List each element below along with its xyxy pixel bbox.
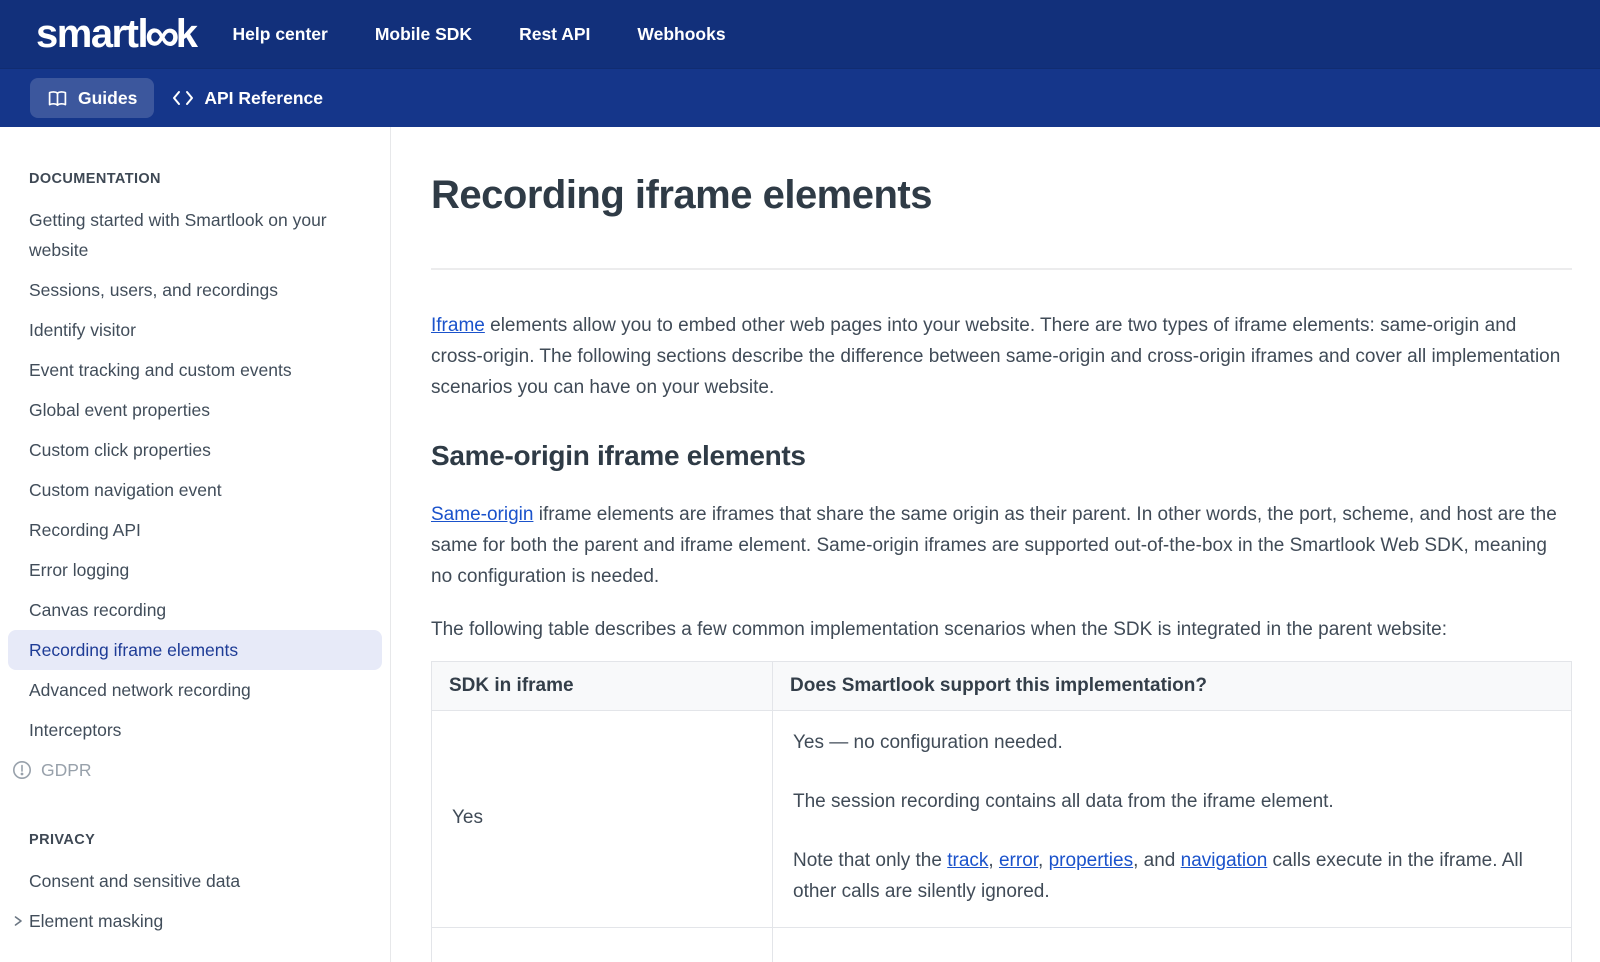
api-reference-link[interactable]: API Reference: [172, 88, 323, 109]
cell-support-details: Yes — no configuration needed. The sessi…: [773, 711, 1572, 928]
alert-circle-icon: [12, 760, 32, 780]
table-row-cutoff: [432, 928, 1572, 962]
support-line-1: Yes — no configuration needed.: [793, 727, 1551, 758]
sidebar-item-identify-visitor[interactable]: Identify visitor: [8, 310, 382, 350]
sidebar-item-custom-navigation-event[interactable]: Custom navigation event: [8, 470, 382, 510]
sidebar-item-canvas-recording[interactable]: Canvas recording: [8, 590, 382, 630]
guides-button-label: Guides: [78, 88, 137, 109]
documentation-list: Getting started with Smartlook on your w…: [0, 200, 390, 790]
sidebar-section-privacy: PRIVACY: [0, 832, 390, 849]
page-body: DOCUMENTATION Getting started with Smart…: [0, 127, 1600, 962]
nav-item-help-center[interactable]: Help center: [233, 24, 328, 45]
privacy-list: Consent and sensitive data Element maski…: [0, 861, 390, 941]
logo-text-post: k: [176, 14, 197, 54]
same-origin-heading: Same-origin iframe elements: [431, 439, 1572, 473]
note-pre: Note that only the: [793, 850, 947, 871]
sidebar-item-custom-click-properties[interactable]: Custom click properties: [8, 430, 382, 470]
support-note: Note that only the track, error, propert…: [793, 845, 1551, 907]
sidebar-item-element-masking[interactable]: Element masking: [8, 901, 382, 941]
col-header-sdk-in-iframe: SDK in iframe: [432, 662, 773, 711]
same-origin-paragraph-text: iframe elements are iframes that share t…: [431, 504, 1557, 587]
navigation-link[interactable]: navigation: [1181, 850, 1268, 871]
col-header-support: Does Smartlook support this implementati…: [773, 662, 1572, 711]
top-navigation-bar: smartl∞k Help center Mobile SDK Rest API…: [0, 0, 1600, 68]
sidebar-section-documentation: DOCUMENTATION: [0, 171, 390, 188]
sidebar-item-consent-sensitive-data[interactable]: Consent and sensitive data: [8, 861, 382, 901]
iframe-link[interactable]: Iframe: [431, 315, 485, 336]
table-intro-paragraph: The following table describes a few comm…: [431, 614, 1572, 645]
sub-navigation-bar: Guides API Reference: [0, 68, 1600, 127]
intro-paragraph-text: elements allow you to embed other web pa…: [431, 315, 1560, 398]
sidebar-item-sessions-users-recordings[interactable]: Sessions, users, and recordings: [8, 270, 382, 310]
note-sep2: ,: [1038, 850, 1049, 871]
nav-item-mobile-sdk[interactable]: Mobile SDK: [375, 24, 472, 45]
sidebar-item-recording-iframe-elements[interactable]: Recording iframe elements: [8, 630, 382, 670]
sidebar-item-advanced-network-recording[interactable]: Advanced network recording: [8, 670, 382, 710]
cell-cutoff-1: [432, 928, 773, 962]
implementation-table: SDK in iframe Does Smartlook support thi…: [431, 661, 1572, 962]
table-row: Yes Yes — no configuration needed. The s…: [432, 711, 1572, 928]
sidebar-item-gdpr[interactable]: GDPR: [8, 750, 382, 790]
sidebar-item-interceptors[interactable]: Interceptors: [8, 710, 382, 750]
same-origin-link[interactable]: Same-origin: [431, 504, 533, 525]
support-line-2: The session recording contains all data …: [793, 786, 1551, 817]
code-icon: [172, 90, 194, 106]
logo-text-pre: smartl: [36, 14, 147, 54]
sidebar-item-error-logging[interactable]: Error logging: [8, 550, 382, 590]
table-header-row: SDK in iframe Does Smartlook support thi…: [432, 662, 1572, 711]
title-divider: [431, 268, 1572, 270]
properties-link[interactable]: properties: [1049, 850, 1134, 871]
cell-sdk-in-iframe-yes: Yes: [432, 711, 773, 928]
nav-item-webhooks[interactable]: Webhooks: [637, 24, 725, 45]
error-link[interactable]: error: [999, 850, 1038, 871]
primary-nav: Help center Mobile SDK Rest API Webhooks: [233, 24, 726, 45]
sidebar-item-gdpr-label: GDPR: [41, 755, 92, 785]
book-icon: [47, 89, 68, 108]
sidebar-privacy-section: PRIVACY Consent and sensitive data Eleme…: [0, 832, 390, 941]
note-sep1: ,: [988, 850, 999, 871]
sidebar-item-event-tracking[interactable]: Event tracking and custom events: [8, 350, 382, 390]
sidebar-item-element-masking-label: Element masking: [29, 906, 163, 936]
smartlook-logo[interactable]: smartl∞k: [36, 14, 197, 54]
page-title: Recording iframe elements: [431, 172, 1572, 218]
note-sep3: , and: [1133, 850, 1181, 871]
intro-paragraph: Iframe elements allow you to embed other…: [431, 310, 1572, 403]
chevron-right-icon: [12, 913, 24, 929]
cell-cutoff-2: [773, 928, 1572, 962]
article-content: Recording iframe elements Iframe element…: [391, 127, 1600, 962]
sidebar-item-getting-started[interactable]: Getting started with Smartlook on your w…: [8, 200, 382, 270]
api-reference-label: API Reference: [204, 88, 323, 109]
sidebar: DOCUMENTATION Getting started with Smart…: [0, 127, 391, 962]
track-link[interactable]: track: [947, 850, 988, 871]
same-origin-paragraph: Same-origin iframe elements are iframes …: [431, 499, 1572, 592]
guides-button[interactable]: Guides: [30, 78, 154, 118]
nav-item-rest-api[interactable]: Rest API: [519, 24, 590, 45]
sidebar-item-global-event-properties[interactable]: Global event properties: [8, 390, 382, 430]
sidebar-item-recording-api[interactable]: Recording API: [8, 510, 382, 550]
